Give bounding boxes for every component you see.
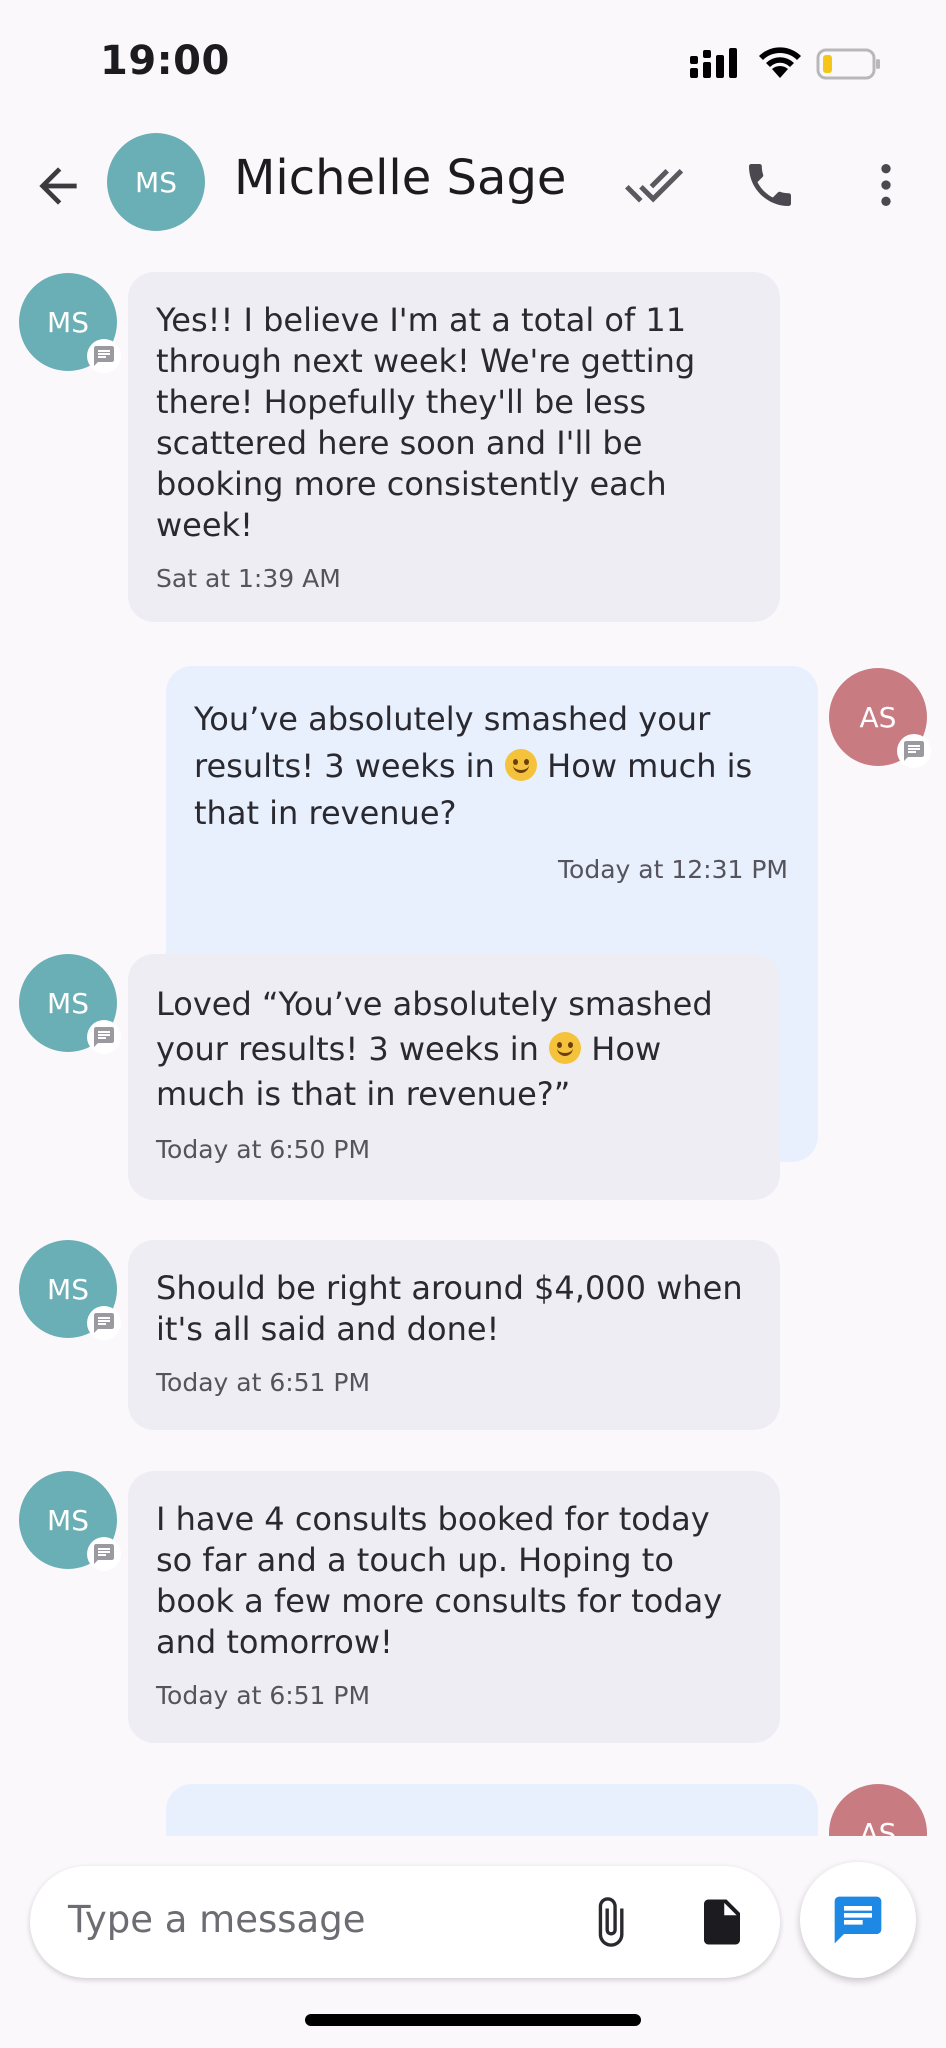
message-icon <box>904 741 924 761</box>
attachment-icon <box>598 1897 624 1947</box>
arrow-back-icon <box>39 167 77 205</box>
phone-icon <box>749 164 791 206</box>
back-button[interactable] <box>30 158 86 214</box>
message-timestamp: Today at 6:51 PM <box>156 1368 371 1397</box>
message-list[interactable]: MS Yes!! I believe I'm at a total of 11 … <box>0 246 946 1836</box>
avatar-initials: MS <box>47 1272 89 1306</box>
sms-badge <box>87 1020 121 1054</box>
message-text: Loved “You’ve absolutely smashed your re… <box>156 982 750 1117</box>
message-timestamp: Today at 6:50 PM <box>156 1135 371 1164</box>
message-bubble-outgoing[interactable] <box>166 1784 818 1836</box>
done-all-icon <box>625 168 684 203</box>
message-text: Should be right around $4,000 when it's … <box>156 1269 743 1348</box>
document-icon <box>704 1899 740 1945</box>
smiling-face-icon <box>549 1032 582 1064</box>
wifi-icon <box>759 47 801 78</box>
message-bubble-incoming[interactable]: Should be right around $4,000 when it's … <box>128 1240 780 1430</box>
message-input[interactable]: Type a message <box>68 1898 365 1941</box>
call-button[interactable] <box>738 153 802 217</box>
message-text: You’ve absolutely smashed your results! … <box>194 696 788 837</box>
message-bubble-incoming[interactable]: I have 4 consults booked for today so fa… <box>128 1471 780 1743</box>
message-timestamp: Today at 12:31 PM <box>558 855 788 884</box>
app-bar: MS Michelle Sage <box>0 120 946 246</box>
avatar-initials: MS <box>47 305 89 339</box>
cellular-signal-icon <box>690 48 737 78</box>
sender-avatar[interactable]: AS <box>829 668 931 768</box>
avatar-initials: MS <box>47 1503 89 1537</box>
sender-avatar[interactable]: AS <box>829 1784 927 1836</box>
send-button[interactable] <box>800 1862 916 1978</box>
attach-document-button[interactable] <box>690 1890 754 1954</box>
chat-send-icon <box>834 1896 882 1944</box>
avatar-initials: AS <box>859 1816 897 1837</box>
message-composer[interactable]: Type a message <box>30 1866 780 1978</box>
message-text: I have 4 consults booked for today so fa… <box>156 1500 723 1661</box>
message-icon <box>94 1027 114 1047</box>
status-time: 19:00 <box>100 38 230 84</box>
sms-badge <box>897 734 931 768</box>
contact-name[interactable]: Michelle Sage <box>234 150 566 206</box>
sender-avatar[interactable]: MS <box>19 1471 121 1571</box>
message-text: Yes!! I believe I'm at a total of 11 thr… <box>156 301 696 544</box>
attach-file-button[interactable] <box>578 1890 642 1954</box>
sender-avatar[interactable]: MS <box>19 273 121 373</box>
message-icon <box>94 1313 114 1333</box>
message-icon <box>94 346 114 366</box>
more-vert-icon <box>881 164 891 206</box>
smiling-face-icon <box>505 749 537 781</box>
message-icon <box>94 1544 114 1564</box>
sms-badge <box>87 339 121 373</box>
mark-read-button[interactable] <box>622 153 686 217</box>
sender-avatar[interactable]: MS <box>19 1240 121 1340</box>
home-indicator[interactable] <box>305 2014 641 2026</box>
sms-badge <box>87 1537 121 1571</box>
message-timestamp: Sat at 1:39 AM <box>156 564 341 593</box>
avatar-initials: MS <box>47 986 89 1020</box>
more-options-button[interactable] <box>854 153 918 217</box>
contact-avatar-initials: MS <box>135 165 177 199</box>
sender-avatar[interactable]: MS <box>19 954 121 1054</box>
message-bubble-incoming[interactable]: Loved “You’ve absolutely smashed your re… <box>128 954 780 1200</box>
battery-icon <box>816 48 880 80</box>
contact-avatar[interactable]: MS <box>107 133 205 231</box>
sms-badge <box>87 1306 121 1340</box>
message-bubble-incoming[interactable]: Yes!! I believe I'm at a total of 11 thr… <box>128 272 780 622</box>
avatar-initials: AS <box>859 700 897 734</box>
message-timestamp: Today at 6:51 PM <box>156 1681 371 1710</box>
status-bar: 19:00 <box>0 0 946 120</box>
